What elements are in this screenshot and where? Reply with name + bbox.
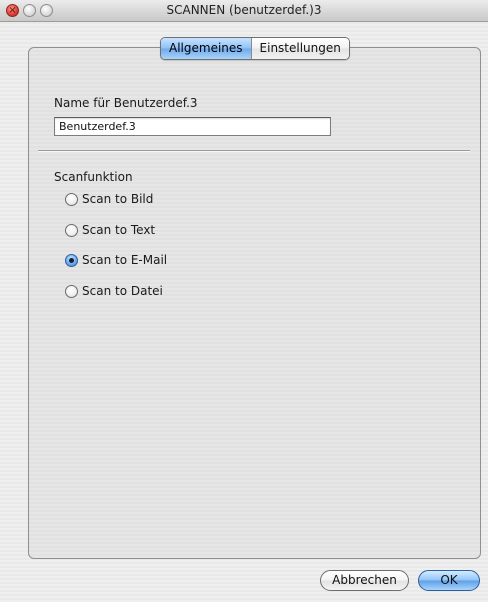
tab-einstellungen[interactable]: Einstellungen	[250, 38, 349, 59]
name-field-label: Name für Benutzerdef.3	[54, 96, 198, 110]
radio-button-selected[interactable]	[65, 253, 78, 267]
radio-option-scan-to-text[interactable]: Scan to Text	[65, 222, 155, 238]
ok-button[interactable]: OK	[418, 570, 480, 591]
radio-label: Scan to Text	[82, 223, 156, 237]
radio-button[interactable]	[65, 223, 78, 237]
radio-option-scan-to-bild[interactable]: Scan to Bild	[65, 191, 153, 207]
cancel-button[interactable]: Abbrechen	[320, 570, 409, 591]
section-divider	[38, 150, 470, 152]
tab-bar: Allgemeines Einstellungen	[160, 37, 350, 60]
dialog-window: × SCANNEN (benutzerdef.)3 Allgemeines Ei…	[0, 0, 488, 602]
radio-button[interactable]	[65, 284, 78, 298]
radio-option-scan-to-datei[interactable]: Scan to Datei	[65, 283, 163, 299]
window-title: SCANNEN (benutzerdef.)3	[166, 3, 322, 17]
radio-label: Scan to E-Mail	[82, 253, 168, 267]
radio-label: Scan to Datei	[82, 284, 163, 298]
scan-function-label: Scanfunktion	[54, 170, 133, 184]
radio-label: Scan to Bild	[82, 192, 154, 206]
tab-allgemeines[interactable]: Allgemeines	[161, 38, 251, 59]
radio-option-scan-to-email[interactable]: Scan to E-Mail	[65, 252, 167, 268]
title-bar[interactable]: × SCANNEN (benutzerdef.)3	[0, 0, 488, 22]
name-input[interactable]: Benutzerdef.3	[54, 117, 331, 136]
radio-button[interactable]	[65, 192, 78, 206]
